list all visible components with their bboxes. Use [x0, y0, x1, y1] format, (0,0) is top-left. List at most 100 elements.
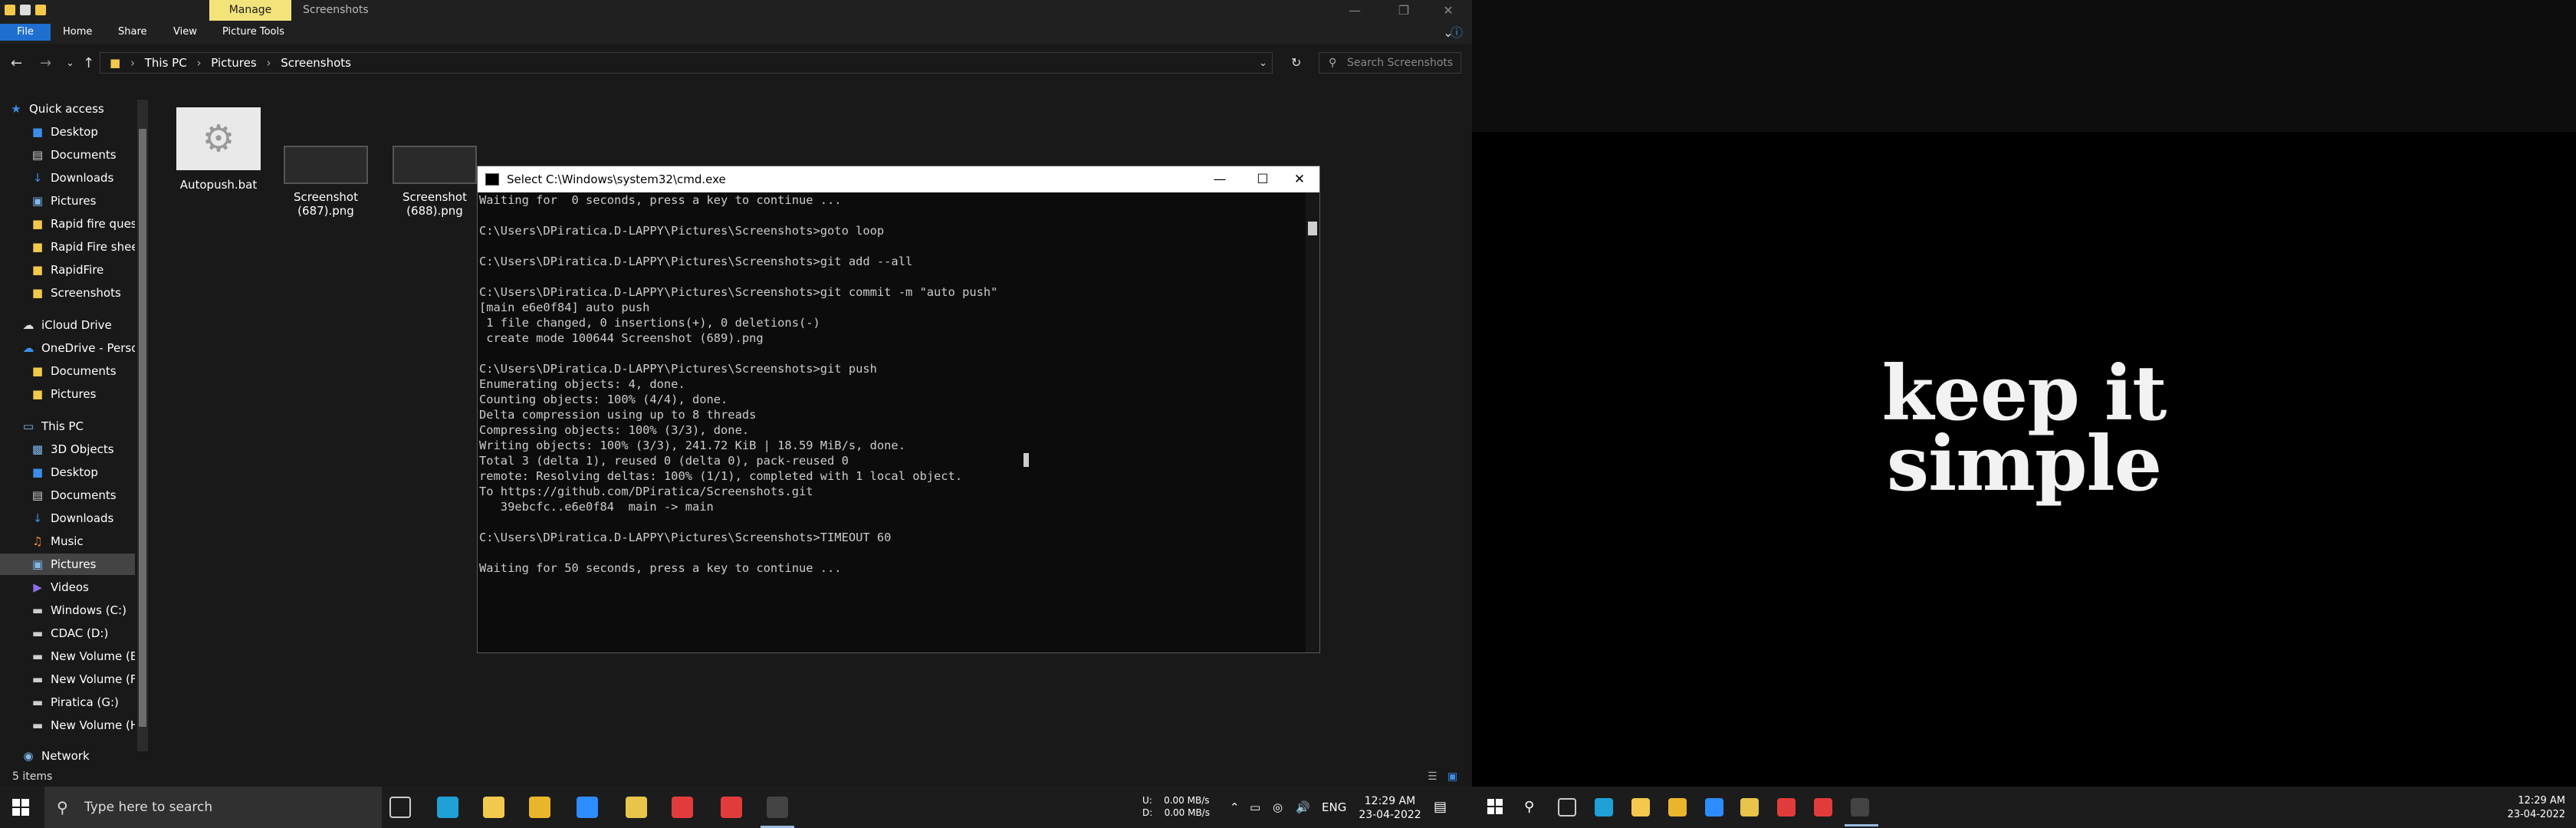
sidebar-item-rapid-fire-questi[interactable]: ■ Rapid fire questi — [31, 213, 135, 235]
zoom-icon[interactable] — [577, 797, 598, 818]
chrome-icon[interactable] — [529, 797, 550, 818]
minimize-icon[interactable]: — — [1337, 0, 1372, 21]
maximize-icon[interactable]: ❐ — [1386, 0, 1421, 21]
cmd-icon[interactable] — [1845, 798, 1878, 826]
sidebar-item-new-volume-f[interactable]: ▬ New Volume (F:) — [31, 669, 135, 690]
details-view-icon[interactable]: ☰ — [1428, 767, 1438, 787]
breadcrumb-pictures[interactable]: Pictures — [211, 56, 256, 70]
sidebar-item-new-volume-e[interactable]: ▬ New Volume (E:) — [31, 646, 135, 667]
breadcrumb-this-pc[interactable]: This PC — [145, 56, 187, 70]
up-arrow-icon[interactable]: ↑ — [83, 55, 94, 71]
file-item-autopush[interactable]: ⚙ Autopush.bat — [169, 107, 268, 192]
sidebar-item-piratica-g[interactable]: ▬ Piratica (G:) — [31, 692, 135, 713]
sidebar-item-downloads[interactable]: ↓ Downloads — [31, 508, 135, 529]
tab-picture-tools[interactable]: Picture Tools — [215, 24, 292, 41]
sidebar-item-documents[interactable]: ▤ Documents — [31, 485, 135, 506]
task-view-icon[interactable] — [1558, 798, 1576, 816]
chrome-icon[interactable] — [1668, 798, 1687, 816]
battery-icon[interactable]: ▭ — [1250, 787, 1260, 828]
address-dropdown-icon[interactable]: ⌄ — [1259, 58, 1267, 69]
sidebar-item-documents[interactable]: ▤Documents⚑ — [31, 144, 135, 166]
sidebar-item-desktop[interactable]: ■Desktop⚑ — [31, 121, 135, 143]
breadcrumb-screenshots[interactable]: Screenshots — [281, 56, 351, 70]
taskbar-search-input[interactable]: ⚲ Type here to search — [44, 787, 382, 828]
file-explorer-icon[interactable] — [1631, 798, 1650, 816]
cmd-window[interactable]: Select C:\Windows\system32\cmd.exe — ☐ ✕… — [477, 166, 1320, 653]
terminal-scrollbar-thumb[interactable] — [1308, 222, 1317, 235]
refresh-icon[interactable]: ↻ — [1291, 55, 1301, 70]
anydesk-2-icon[interactable] — [1814, 798, 1832, 816]
cmd-icon[interactable] — [761, 797, 794, 828]
tab-file[interactable]: File — [0, 24, 51, 41]
chevron-up-icon[interactable]: ⌃ — [1230, 787, 1240, 828]
minimize-icon[interactable]: — — [1198, 166, 1241, 192]
edge-icon[interactable] — [437, 797, 458, 818]
sidebar-item-documents[interactable]: ■ Documents — [31, 360, 135, 382]
anydesk-2-icon[interactable] — [721, 797, 742, 818]
large-icons-view-icon[interactable]: ▣ — [1447, 767, 1457, 787]
sidebar-item-icloud-drive[interactable]: ☁ iCloud Drive — [21, 314, 135, 336]
sidebar-item-downloads[interactable]: ↓Downloads⚑ — [31, 167, 135, 189]
tab-view[interactable]: View — [166, 24, 205, 41]
file-explorer-icon[interactable] — [483, 797, 504, 818]
zoom-icon[interactable] — [1705, 798, 1723, 816]
sidebar-item-videos[interactable]: ▶ Videos — [31, 577, 135, 598]
folder-icon[interactable] — [5, 5, 15, 15]
help-icon[interactable]: ⓘ — [1447, 22, 1466, 43]
cmd-titlebar[interactable]: Select C:\Windows\system32\cmd.exe — ☐ ✕ — [478, 166, 1319, 192]
sidebar-item-cdac-d[interactable]: ▬ CDAC (D:) — [31, 623, 135, 644]
sidebar-item-label: Pictures — [51, 557, 97, 571]
sidebar-item-quick-access[interactable]: ★ Quick access — [9, 98, 135, 120]
wifi-icon[interactable]: ◎ — [1273, 787, 1283, 828]
nav-scrollbar-thumb[interactable] — [139, 129, 146, 727]
sidebar-item-rapidfire[interactable]: ■ RapidFire — [31, 259, 135, 281]
navigation-pane: ★Quick access■Desktop⚑▤Documents⚑↓Downlo… — [0, 98, 136, 773]
second-taskbar-clock[interactable]: 12:29 AM 23-04-2022 — [2507, 794, 2565, 822]
sidebar-item-screenshots[interactable]: ■ Screenshots — [31, 282, 135, 304]
close-icon[interactable]: ✕ — [1431, 0, 1466, 21]
sidebar-item-pictures[interactable]: ▣Pictures⚑ — [31, 190, 135, 212]
git-kraken-icon[interactable] — [626, 797, 647, 818]
sidebar-item-onedrive-person[interactable]: ☁ OneDrive - Person — [21, 337, 136, 359]
file-item-screenshot-688[interactable]: Screenshot (688).png — [385, 100, 485, 218]
notification-icon[interactable]: ▤ — [1434, 787, 1447, 828]
properties-icon[interactable] — [20, 5, 31, 15]
sidebar-item-new-volume-h[interactable]: ▬ New Volume (H:) — [31, 715, 135, 736]
taskbar-clock[interactable]: 12:29 AM 23-04-2022 — [1355, 794, 1424, 822]
task-view-icon[interactable] — [389, 797, 411, 818]
edge-icon[interactable] — [1595, 798, 1613, 816]
sidebar-item-music[interactable]: ♫ Music — [31, 531, 135, 552]
sidebar-item-rapid-fire-sheets[interactable]: ■ Rapid Fire sheets — [31, 236, 135, 258]
wallpaper-line-2: simple — [1886, 420, 2162, 508]
tab-home[interactable]: Home — [55, 24, 100, 41]
tab-share[interactable]: Share — [110, 24, 155, 41]
manage-tab[interactable]: Manage — [209, 0, 291, 21]
volume-icon[interactable]: 🔊 — [1296, 787, 1310, 828]
sidebar-item-this-pc[interactable]: ▭ This PC — [21, 416, 135, 437]
back-arrow-icon[interactable]: ← — [11, 55, 22, 71]
nav-scrollbar[interactable] — [137, 100, 148, 751]
forward-arrow-icon[interactable]: → — [40, 55, 51, 71]
search-icon[interactable]: ⚲ — [1524, 787, 1534, 828]
windows-start-icon[interactable] — [12, 799, 29, 816]
anydesk-icon[interactable] — [672, 797, 693, 818]
address-bar[interactable]: ■ › This PC › Pictures › Screenshots — [100, 52, 1273, 74]
terminal-scrollbar[interactable] — [1306, 192, 1319, 652]
new-folder-icon[interactable] — [35, 5, 46, 15]
sidebar-item-3d-objects[interactable]: ▩ 3D Objects — [31, 439, 135, 460]
terminal-output[interactable]: Waiting for 0 seconds, press a key to co… — [478, 192, 1304, 652]
sidebar-item-pictures[interactable]: ■ Pictures — [31, 383, 135, 405]
sidebar-item-network[interactable]: ◉ Network — [21, 745, 135, 767]
recent-chevron-icon[interactable]: ⌄ — [66, 58, 74, 69]
sidebar-item-windows-c[interactable]: ▬ Windows (C:) — [31, 600, 135, 621]
sidebar-item-pictures[interactable]: ▣ Pictures — [0, 554, 135, 575]
close-icon[interactable]: ✕ — [1278, 166, 1321, 192]
anydesk-icon[interactable] — [1777, 798, 1796, 816]
file-item-screenshot-687[interactable]: Screenshot (687).png — [276, 100, 376, 218]
sidebar-item-desktop[interactable]: ■ Desktop — [31, 462, 135, 483]
git-kraken-icon[interactable] — [1740, 798, 1759, 816]
language-indicator[interactable]: ENG — [1322, 787, 1346, 828]
windows-start-icon[interactable] — [1487, 799, 1504, 816]
search-input[interactable]: ⚲ Search Screenshots — [1319, 52, 1461, 74]
net-up-value: 0.00 MB/s — [1164, 795, 1210, 806]
